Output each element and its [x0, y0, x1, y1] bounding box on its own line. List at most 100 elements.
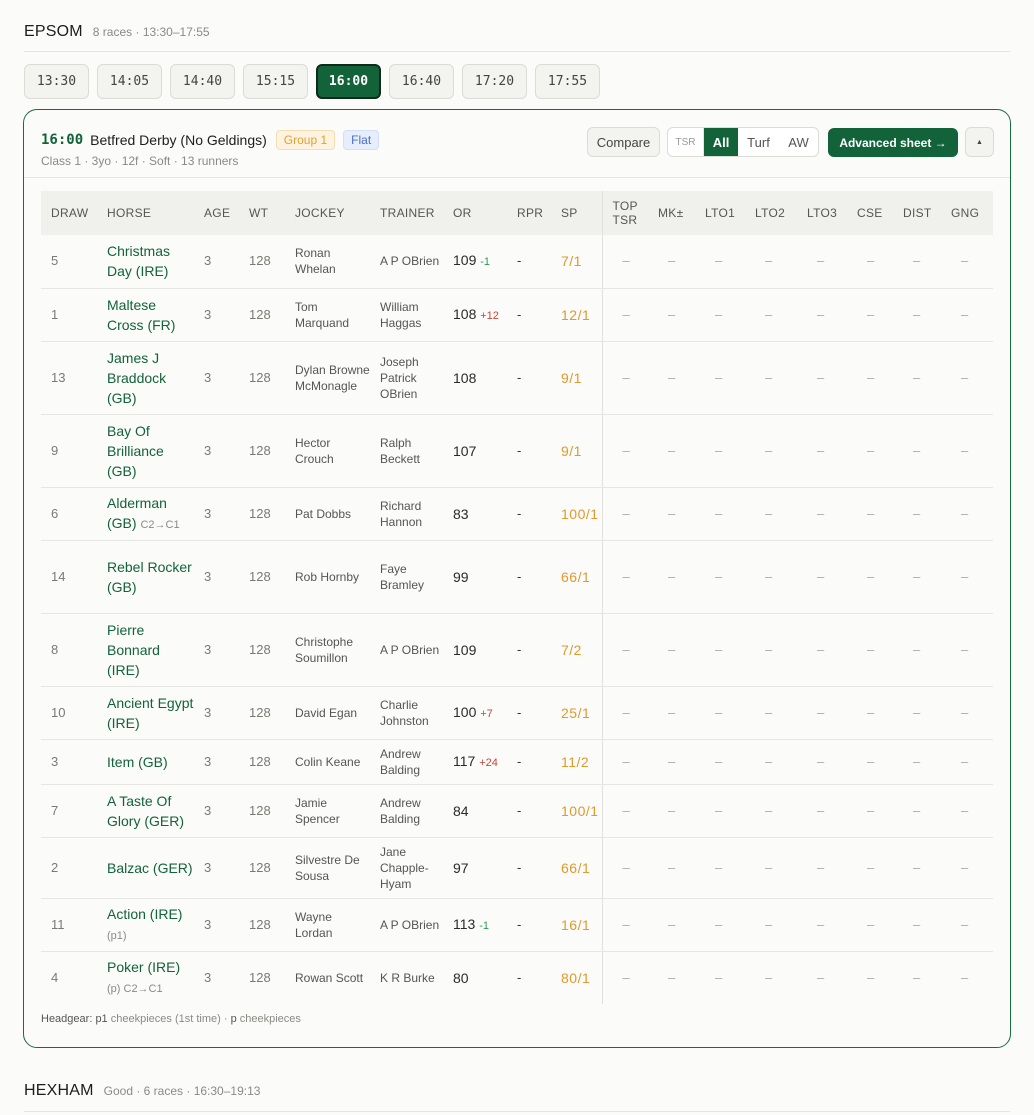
runner-row[interactable]: 8 Pierre Bonnard (IRE) 3 128 Christophe Soum… [41, 613, 993, 687]
surface-badge: Flat [343, 130, 380, 150]
horse-cell[interactable]: Maltese Cross (FR) [97, 288, 194, 342]
runner-row[interactable]: 1 Maltese Cross (FR) 3 128 Tom Marquand Willi… [41, 288, 993, 342]
sp-cell: 100/1 [551, 784, 602, 838]
column-header-sp[interactable]: SP [551, 191, 602, 235]
runner-row[interactable]: 3 Item (GB) 3 128 Colin Keane Andrew Balding 1… [41, 739, 993, 785]
horse-name-link[interactable]: Item (GB) [107, 754, 168, 770]
horse-name-link[interactable]: A Taste Of Glory (GER) [107, 793, 184, 829]
advanced-sheet-button[interactable]: Advanced sheet → [828, 128, 958, 157]
column-header-or[interactable]: OR [443, 191, 507, 235]
horse-cell[interactable]: Rebel Rocker (GB) [97, 540, 194, 614]
horse-cell[interactable]: Alderman (GB) C2→C1 [97, 487, 194, 541]
column-header-lto2[interactable]: LTO2 [745, 191, 797, 235]
column-header-age[interactable]: AGE [194, 191, 239, 235]
column-header-dist[interactable]: DIST [893, 191, 941, 235]
column-header-rpr[interactable]: RPR [507, 191, 551, 235]
lto2-cell: – [745, 784, 797, 838]
sp-cell: 66/1 [551, 540, 602, 614]
or-delta: +24 [479, 756, 498, 769]
runners-table-container[interactable]: DRAW HORSE AGE WT JOCKEY TRAINER OR RPR SP TOP TS… [41, 191, 993, 1004]
lto1-cell: – [695, 613, 745, 687]
runner-row[interactable]: 6 Alderman (GB) C2→C1 3 128 Pat Dobbs Richard… [41, 487, 993, 541]
column-header-gng[interactable]: GNG [941, 191, 993, 235]
column-header-trainer[interactable]: TRAINER [370, 191, 443, 235]
draw-cell: 6 [41, 487, 97, 541]
cse-cell: – [847, 837, 893, 899]
column-header-top-tsr[interactable]: TOP TSR [601, 191, 648, 235]
jockey-cell: Tom Marquand [285, 288, 370, 342]
filter-aw-button[interactable]: AW [779, 128, 818, 156]
horse-note: (p1) [107, 929, 127, 942]
runner-row[interactable]: 7 A Taste Of Glory (GER) 3 128 Jamie Spencer… [41, 784, 993, 838]
horse-name-link[interactable]: Action (IRE) [107, 906, 182, 922]
runner-row[interactable]: 10 Ancient Egypt (IRE) 3 128 David Egan Charl… [41, 686, 993, 740]
weight-cell: 128 [239, 739, 285, 785]
jockey-cell: Wayne Lordan [285, 898, 370, 952]
top-tsr-cell: – [601, 288, 648, 342]
horse-name-link[interactable]: Rebel Rocker (GB) [107, 559, 192, 595]
runner-row[interactable]: 2 Balzac (GER) 3 128 Silvestre De Sousa Jane … [41, 837, 993, 899]
footnote-text-p1: cheekpieces (1st time) · [110, 1013, 228, 1025]
column-header-jockey[interactable]: JOCKEY [285, 191, 370, 235]
weight-cell: 128 [239, 686, 285, 740]
official-rating-cell: 100 +7 [443, 686, 507, 740]
time-tab-active[interactable]: 16:00 [316, 64, 381, 99]
runner-row[interactable]: 14 Rebel Rocker (GB) 3 128 Rob Hornby Faye Br… [41, 540, 993, 614]
runner-row[interactable]: 11 Action (IRE) (p1) 3 128 Wayne Lordan A P O… [41, 898, 993, 952]
horse-cell[interactable]: Action (IRE) (p1) [97, 898, 194, 952]
horse-name-link[interactable]: Balzac (GER) [107, 860, 193, 876]
compare-button[interactable]: Compare [587, 127, 660, 157]
filter-all-button[interactable]: All [704, 128, 738, 156]
horse-name-link[interactable]: James J Braddock (GB) [107, 350, 166, 406]
column-header-mk[interactable]: MK± [648, 191, 695, 235]
trainer-cell: Andrew Balding [370, 784, 443, 838]
horse-cell[interactable]: Item (GB) [97, 739, 194, 785]
time-tab[interactable]: 13:30 [24, 64, 89, 99]
horse-cell[interactable]: Bay Of Brilliance (GB) [97, 414, 194, 488]
horse-cell[interactable]: Pierre Bonnard (IRE) [97, 613, 194, 687]
or-value: 97 [453, 859, 469, 876]
column-header-draw[interactable]: DRAW [41, 191, 97, 235]
collapse-button[interactable]: ▲ [965, 127, 994, 157]
gng-cell: – [941, 686, 993, 740]
time-tab[interactable]: 14:40 [170, 64, 235, 99]
column-header-horse[interactable]: HORSE [97, 191, 194, 235]
official-rating-cell: 109 -1 [443, 235, 507, 289]
horse-name-link[interactable]: Ancient Egypt (IRE) [107, 695, 193, 731]
column-header-lto3[interactable]: LTO3 [797, 191, 847, 235]
time-tab[interactable]: 15:15 [243, 64, 308, 99]
time-tab[interactable]: 16:40 [389, 64, 454, 99]
lto1-cell: – [695, 414, 745, 488]
horse-cell[interactable]: James J Braddock (GB) [97, 341, 194, 415]
horse-name-link[interactable]: Maltese Cross (FR) [107, 297, 175, 333]
column-header-cse[interactable]: CSE [847, 191, 893, 235]
horse-cell[interactable]: A Taste Of Glory (GER) [97, 784, 194, 838]
dist-cell: – [893, 235, 941, 289]
horse-cell[interactable]: Poker (IRE) (p) C2→C1 [97, 951, 194, 1004]
runner-row[interactable]: 5 Christmas Day (IRE) 3 128 Ronan Whelan A P … [41, 235, 993, 289]
horse-name-link[interactable]: Poker (IRE) [107, 959, 180, 975]
column-header-lto1[interactable]: LTO1 [695, 191, 745, 235]
top-tsr-cell: – [601, 784, 648, 838]
horse-name-link[interactable]: Pierre Bonnard (IRE) [107, 622, 160, 678]
horse-cell[interactable]: Christmas Day (IRE) [97, 235, 194, 289]
rpr-cell: - [507, 613, 551, 687]
age-cell: 3 [194, 487, 239, 541]
time-tab[interactable]: 14:05 [97, 64, 162, 99]
time-tab[interactable]: 17:20 [462, 64, 527, 99]
lto2-cell: – [745, 540, 797, 614]
horse-cell[interactable]: Balzac (GER) [97, 837, 194, 899]
runner-row[interactable]: 4 Poker (IRE) (p) C2→C1 3 128 Rowan Scott K R… [41, 951, 993, 1004]
runner-row[interactable]: 9 Bay Of Brilliance (GB) 3 128 Hector Crouch… [41, 414, 993, 488]
runner-row[interactable]: 13 James J Braddock (GB) 3 128 Dylan Browne … [41, 341, 993, 415]
lto1-cell: – [695, 837, 745, 899]
horse-name-link[interactable]: Bay Of Brilliance (GB) [107, 423, 164, 479]
column-header-wt[interactable]: WT [239, 191, 285, 235]
race-card: 16:00 Betfred Derby (No Geldings) Group … [23, 109, 1011, 1048]
filter-turf-button[interactable]: Turf [738, 128, 779, 156]
jockey-cell: Jamie Spencer [285, 784, 370, 838]
horse-name-link[interactable]: Christmas Day (IRE) [107, 243, 170, 279]
time-tab[interactable]: 17:55 [535, 64, 600, 99]
horse-cell[interactable]: Ancient Egypt (IRE) [97, 686, 194, 740]
footnote-code-p1: p1 [95, 1013, 108, 1025]
